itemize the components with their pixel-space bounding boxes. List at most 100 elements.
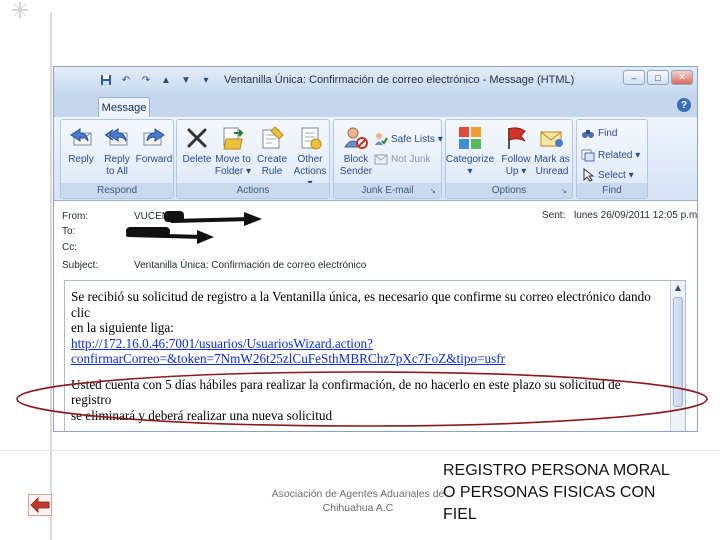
deadline-notice: Usted cuenta con 5 días hábiles para rea… bbox=[71, 377, 656, 424]
subject-label: Subject: bbox=[62, 260, 99, 271]
find-button[interactable]: Find bbox=[581, 126, 617, 140]
junk-email-group-label: Junk E-mail bbox=[334, 183, 441, 198]
sent-label: Sent: bbox=[542, 210, 566, 221]
reply-all-button[interactable]: Reply to All bbox=[97, 124, 137, 178]
follow-up-flag-icon bbox=[502, 124, 530, 152]
related-button[interactable]: Related ▾ bbox=[581, 148, 640, 162]
maximize-button[interactable]: □ bbox=[647, 70, 669, 85]
tab-message[interactable]: Message bbox=[98, 97, 150, 117]
window-controls: – □ ✕ bbox=[623, 70, 693, 85]
message-body: Se recibió su solicitud de registro a la… bbox=[64, 280, 686, 431]
junk-email-group: Block Sender Safe Lists ▾ Not Junk Junk … bbox=[333, 119, 443, 199]
select-label: Select ▾ bbox=[598, 169, 634, 181]
block-sender-button[interactable]: Block Sender bbox=[336, 124, 376, 178]
find-group: Find Related ▾ Select ▾ Find bbox=[576, 119, 648, 199]
related-icon bbox=[581, 148, 595, 162]
options-dialog-launcher-icon[interactable]: ↘ bbox=[561, 187, 570, 196]
create-rule-icon bbox=[258, 124, 286, 152]
minimize-button[interactable]: – bbox=[623, 70, 645, 85]
not-junk-icon bbox=[374, 152, 388, 166]
deadline-notice-line-1: Usted cuenta con 5 días hábiles para rea… bbox=[71, 376, 621, 408]
categorize-button[interactable]: Categorize ▾ bbox=[446, 124, 494, 178]
respond-group: Reply Reply to All Forward Respond bbox=[60, 119, 174, 199]
from-label: From: bbox=[62, 211, 89, 222]
safe-lists-label: Safe Lists ▾ bbox=[391, 133, 443, 145]
forward-label: Forward bbox=[135, 154, 173, 165]
close-button[interactable]: ✕ bbox=[671, 70, 693, 85]
caption-line-1: REGISTRO PERSONA MORAL bbox=[443, 462, 670, 479]
create-rule-button[interactable]: Create Rule bbox=[252, 124, 292, 178]
to-label: To: bbox=[62, 226, 76, 237]
block-sender-icon bbox=[342, 124, 370, 152]
association-line-1: Asociación de Agentes Aduanales de bbox=[271, 488, 445, 500]
related-label: Related ▾ bbox=[598, 149, 641, 161]
slide-frame-line-bottom bbox=[0, 450, 720, 451]
actions-group: Delete Move to Folder ▾ Create Rule Othe… bbox=[176, 119, 330, 199]
up-arrow-icon[interactable]: ▲ bbox=[158, 73, 174, 87]
move-to-folder-button[interactable]: Move to Folder ▾ bbox=[213, 124, 253, 178]
association-line-2: Chihuahua A.C bbox=[322, 502, 394, 514]
title-bar: ↶ ↷ ▲ ▼ ▾ Ventanilla Única: Confirmación… bbox=[54, 67, 697, 93]
actions-group-label: Actions bbox=[177, 183, 329, 198]
categorize-label: Categorize ▾ bbox=[445, 154, 495, 177]
junk-dialog-launcher-icon[interactable]: ↘ bbox=[430, 187, 439, 196]
mark-as-unread-icon bbox=[538, 124, 566, 152]
help-icon[interactable]: ? bbox=[677, 98, 691, 112]
confirmation-link-part-1[interactable]: http://172.16.0.46:7001/usuarios/Usuario… bbox=[71, 336, 656, 352]
delete-label: Delete bbox=[182, 154, 212, 165]
customize-qat-icon[interactable]: ▾ bbox=[198, 73, 214, 87]
slide-frame-line bbox=[50, 12, 52, 540]
back-arrow-icon[interactable] bbox=[28, 494, 52, 516]
not-junk-label: Not Junk bbox=[391, 153, 431, 165]
cc-label: Cc: bbox=[62, 242, 77, 253]
confirmation-link-part-2[interactable]: confirmarCorreo=&token=7NmW26t25zlCuFeSt… bbox=[71, 351, 656, 367]
outlook-message-window: ↶ ↷ ▲ ▼ ▾ Ventanilla Única: Confirmación… bbox=[53, 66, 698, 432]
follow-up-label: Follow Up ▾ bbox=[501, 154, 531, 177]
ribbon: Reply Reply to All Forward Respond Delet… bbox=[54, 117, 697, 201]
subject-value: Ventanilla Única: Confirmación de correo… bbox=[134, 260, 367, 271]
down-arrow-icon[interactable]: ▼ bbox=[178, 73, 194, 87]
message-line-1: Se recibió su solicitud de registro a la… bbox=[71, 289, 651, 320]
redo-icon[interactable]: ↷ bbox=[138, 73, 154, 87]
association-credit: Asociación de Agentes Aduanales de Chihu… bbox=[258, 487, 458, 515]
caption-line-3: FIEL bbox=[443, 506, 477, 523]
reply-button[interactable]: Reply bbox=[61, 124, 101, 166]
window-title: Ventanilla Única: Confirmación de correo… bbox=[224, 74, 575, 86]
not-junk-button[interactable]: Not Junk bbox=[374, 152, 430, 166]
scroll-up-arrow-icon[interactable]: ▲ bbox=[673, 283, 683, 293]
scroll-thumb[interactable] bbox=[673, 297, 683, 407]
other-actions-icon bbox=[296, 124, 324, 152]
message-line-2: en la siguiente liga: bbox=[71, 320, 174, 335]
other-actions-button[interactable]: Other Actions ▾ bbox=[290, 124, 330, 190]
find-label: Find bbox=[598, 127, 618, 139]
caption-line-2: O PERSONAS FISICAS CON bbox=[443, 484, 656, 501]
find-binoculars-icon bbox=[581, 126, 595, 140]
follow-up-button[interactable]: Follow Up ▾ bbox=[496, 124, 536, 178]
options-group-label: Options bbox=[446, 183, 572, 198]
respond-group-label: Respond bbox=[61, 183, 173, 198]
reply-label: Reply bbox=[68, 154, 94, 165]
forward-button[interactable]: Forward bbox=[134, 124, 174, 166]
sent-value: lunes 26/09/2011 12:05 p.m. bbox=[574, 210, 698, 221]
reply-all-label: Reply to All bbox=[104, 154, 130, 177]
forward-icon bbox=[140, 124, 168, 152]
options-group: Categorize ▾ Follow Up ▾ Mark as Unread … bbox=[445, 119, 573, 199]
delete-icon bbox=[183, 124, 211, 152]
redacted-to-address bbox=[126, 227, 170, 236]
ribbon-tabstrip: Message ? bbox=[54, 93, 697, 117]
mark-as-unread-label: Mark as Unread bbox=[534, 154, 570, 177]
deadline-notice-line-2: se eliminará y deberá realizar una nueva… bbox=[71, 407, 333, 423]
safe-lists-icon bbox=[374, 132, 388, 146]
categorize-icon bbox=[456, 124, 484, 152]
message-headers: From: VUCEM To: Cc: Subject: Ventanilla … bbox=[54, 202, 697, 278]
message-text: Se recibió su solicitud de registro a la… bbox=[71, 289, 656, 423]
reply-all-icon bbox=[103, 124, 131, 152]
mark-as-unread-button[interactable]: Mark as Unread bbox=[532, 124, 572, 178]
safe-lists-button[interactable]: Safe Lists ▾ bbox=[374, 132, 443, 146]
message-scrollbar[interactable]: ▲ bbox=[670, 281, 685, 431]
select-button[interactable]: Select ▾ bbox=[581, 168, 634, 182]
slide-caption: REGISTRO PERSONA MORAL O PERSONAS FISICA… bbox=[443, 460, 713, 526]
delete-button[interactable]: Delete bbox=[177, 124, 217, 166]
save-icon[interactable] bbox=[98, 73, 114, 87]
undo-icon[interactable]: ↶ bbox=[118, 73, 134, 87]
